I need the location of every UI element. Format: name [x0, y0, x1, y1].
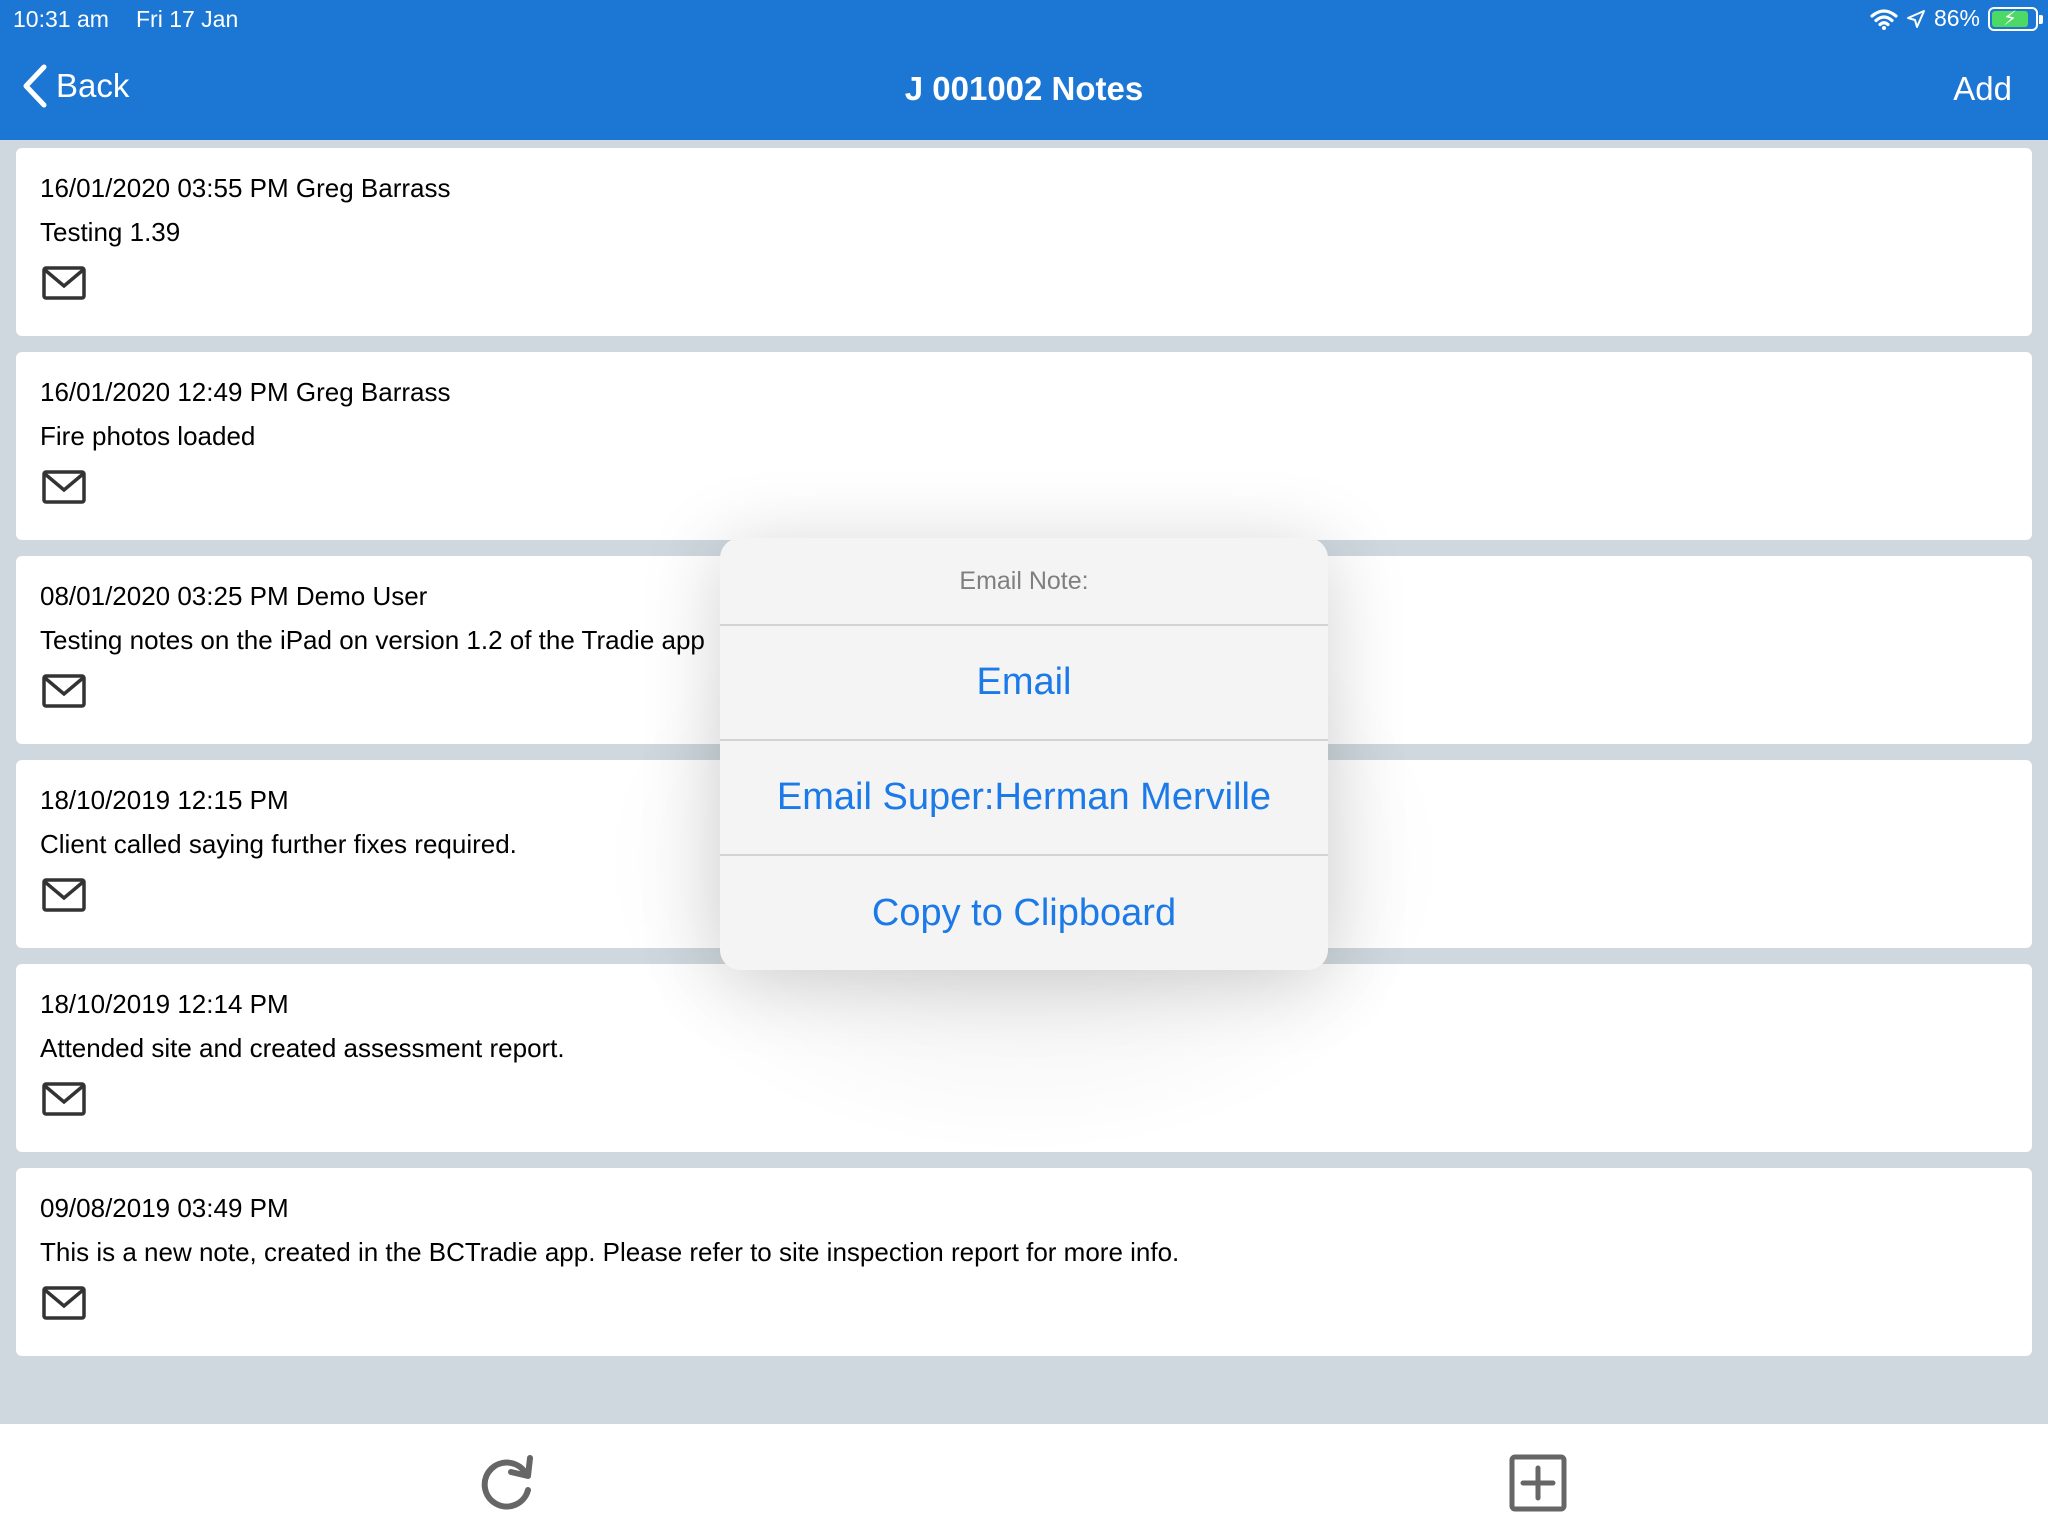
mail-icon[interactable] [42, 469, 86, 505]
mail-icon[interactable] [42, 1285, 86, 1321]
page-title: J 001002 Notes [904, 70, 1144, 107]
note-header: 18/10/2019 12:14 PM [40, 989, 289, 1019]
email-note-popover: Email Note: Email Email Super:Herman Mer… [720, 538, 1328, 970]
note-header: 16/01/2020 03:55 PM Greg Barrass [40, 173, 451, 203]
note-text: This is a new note, created in the BCTra… [40, 1237, 1180, 1267]
note-header: 18/10/2019 12:15 PM [40, 785, 289, 815]
battery-percent: 86% [1933, 5, 1980, 31]
note-card[interactable]: 16/01/2020 12:49 PM Greg Barrass Fire ph… [16, 352, 2032, 540]
app-header: 10:31 am Fri 17 Jan 86% ⚡ Back J 001002 … [0, 0, 2048, 140]
copy-to-clipboard-button[interactable]: Copy to Clipboard [720, 856, 1328, 970]
note-text: Testing 1.39 [40, 217, 181, 247]
note-card[interactable]: 18/10/2019 12:14 PM Attended site and cr… [16, 964, 2032, 1152]
note-card[interactable]: 09/08/2019 03:49 PM This is a new note, … [16, 1168, 2032, 1356]
popover-title: Email Note: [720, 538, 1328, 626]
mail-icon[interactable] [42, 673, 86, 709]
mail-icon[interactable] [42, 1081, 86, 1117]
status-bar: 10:31 am Fri 17 Jan 86% ⚡ [0, 0, 2048, 40]
status-time: 10:31 am [13, 6, 109, 32]
add-square-icon[interactable] [1508, 1452, 1568, 1514]
status-date: Fri 17 Jan [136, 6, 239, 32]
location-icon [1906, 9, 1925, 28]
note-card[interactable]: 16/01/2020 03:55 PM Greg Barrass Testing… [16, 148, 2032, 336]
add-note-button[interactable]: Add [1953, 70, 2012, 108]
status-indicators: 86% ⚡ [1870, 5, 2043, 32]
note-header: 09/08/2019 03:49 PM [40, 1193, 289, 1223]
wifi-icon [1870, 8, 1898, 30]
nav-bar: Back J 001002 Notes Add [0, 56, 2048, 126]
email-action-button[interactable]: Email [720, 626, 1328, 741]
note-text: Fire photos loaded [40, 421, 256, 451]
mail-icon[interactable] [42, 265, 86, 301]
refresh-icon[interactable] [478, 1452, 538, 1514]
note-text: Client called saying further fixes requi… [40, 829, 517, 859]
note-text: Attended site and created assessment rep… [40, 1033, 565, 1063]
mail-icon[interactable] [42, 877, 86, 913]
note-header: 16/01/2020 12:49 PM Greg Barrass [40, 377, 451, 407]
email-super-action-button[interactable]: Email Super:Herman Merville [720, 741, 1328, 856]
note-text: Testing notes on the iPad on version 1.2… [40, 625, 705, 655]
note-header: 08/01/2020 03:25 PM Demo User [40, 581, 428, 611]
bottom-toolbar [0, 1424, 2048, 1536]
battery-icon: ⚡ [1988, 6, 2043, 31]
